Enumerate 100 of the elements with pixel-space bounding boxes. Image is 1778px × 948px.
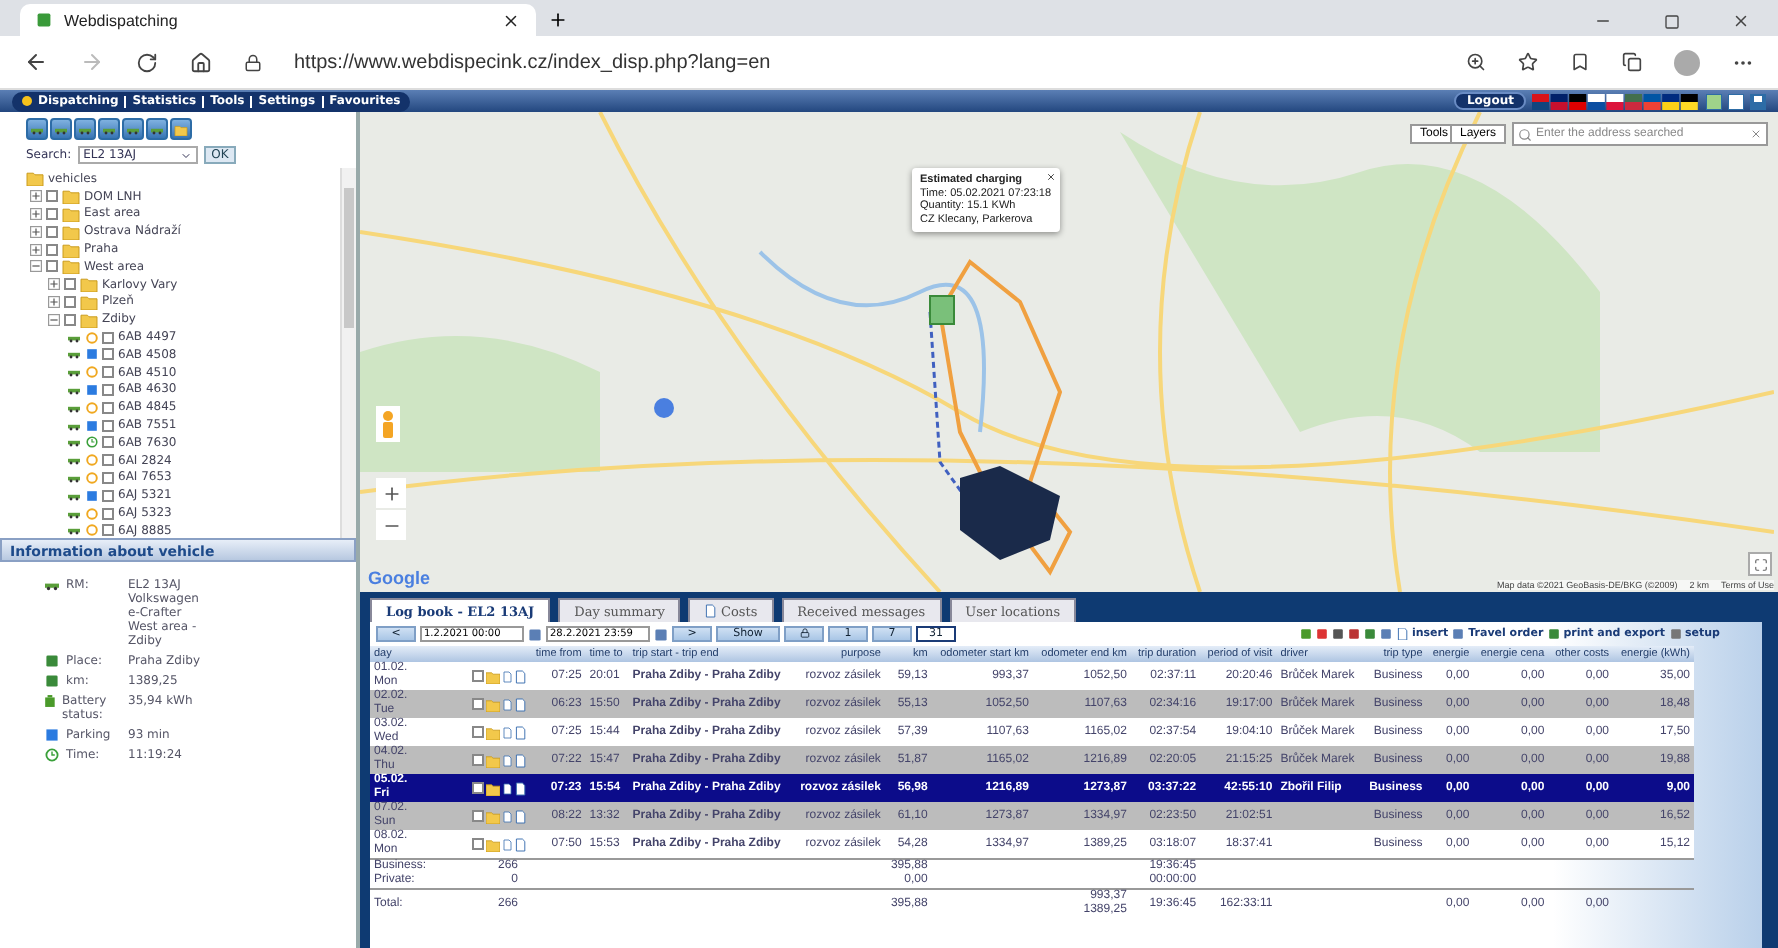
map-logo: Google — [368, 568, 430, 588]
car-icon — [66, 331, 82, 344]
checkbox[interactable] — [471, 726, 484, 738]
reload-icon[interactable] — [136, 51, 158, 73]
expand-icon[interactable] — [30, 243, 42, 256]
language-flags-drawing[interactable] — [1532, 93, 1700, 109]
checkbox[interactable] — [102, 348, 114, 361]
collapse-icon[interactable] — [48, 313, 60, 326]
checkbox[interactable] — [471, 670, 484, 682]
car-icon — [54, 123, 68, 135]
expand-icon[interactable] — [48, 295, 60, 308]
back-icon[interactable] — [24, 50, 48, 74]
checkbox[interactable] — [46, 207, 58, 220]
open-folder-icon[interactable] — [26, 170, 44, 187]
clear-icon[interactable] — [1750, 128, 1762, 140]
checkbox[interactable] — [471, 838, 484, 850]
car-icon — [102, 123, 116, 135]
expand-icon[interactable] — [30, 207, 42, 220]
collections-icon[interactable] — [1622, 52, 1642, 72]
car-icon — [66, 366, 82, 379]
checkbox[interactable] — [102, 383, 114, 396]
zoom-out-button[interactable] — [376, 510, 406, 540]
checkbox[interactable] — [102, 366, 114, 379]
checkbox[interactable] — [102, 454, 114, 467]
parking-icon — [44, 728, 60, 742]
toolbar-button[interactable] — [98, 118, 120, 140]
star-icon[interactable] — [1518, 52, 1538, 72]
toolbar-button[interactable] — [170, 118, 192, 140]
close-icon[interactable] — [1732, 12, 1750, 30]
checkbox[interactable] — [46, 243, 58, 256]
browser-tab[interactable]: Webdispatching — [20, 4, 536, 36]
zoom-icon[interactable] — [1466, 52, 1486, 72]
checkbox[interactable] — [102, 401, 114, 414]
toolbar-button[interactable] — [26, 118, 48, 140]
maximize-icon[interactable] — [1664, 13, 1680, 29]
car-icon — [66, 401, 82, 414]
checkbox[interactable] — [102, 489, 114, 502]
expand-icon[interactable] — [30, 225, 42, 238]
car-icon — [66, 454, 82, 467]
toolbar-button[interactable] — [50, 118, 72, 140]
document-icon — [704, 604, 717, 618]
time-icon — [44, 748, 60, 762]
car-icon — [66, 383, 82, 396]
parking-icon — [86, 489, 98, 502]
toolbar-button[interactable] — [146, 118, 168, 140]
sun-icon — [86, 331, 98, 344]
car-icon — [66, 471, 82, 484]
car-icon — [66, 507, 82, 520]
search-icon — [1518, 127, 1532, 141]
car-icon — [44, 578, 60, 592]
new-tab-icon[interactable] — [548, 10, 568, 30]
checkbox[interactable] — [471, 698, 484, 710]
car-icon — [30, 123, 44, 135]
sun-icon — [86, 366, 98, 379]
checkbox[interactable] — [102, 524, 114, 537]
expand-icon[interactable] — [30, 190, 42, 203]
parking-icon — [86, 348, 98, 361]
car-icon — [126, 123, 140, 135]
lock-icon — [799, 628, 809, 638]
collapse-icon[interactable] — [30, 260, 42, 273]
close-icon[interactable] — [502, 11, 520, 29]
toolbar-button[interactable] — [74, 118, 96, 140]
parking-icon — [86, 383, 98, 396]
fullscreen-button[interactable] — [1748, 552, 1772, 576]
street-view-icon[interactable] — [376, 406, 400, 442]
checkbox[interactable] — [46, 190, 58, 203]
checkbox[interactable] — [64, 278, 76, 291]
checkbox[interactable] — [471, 782, 484, 794]
clock-icon — [86, 436, 98, 449]
checkbox[interactable] — [102, 471, 114, 484]
parking-icon — [86, 419, 98, 432]
tab-title: Webdispatching — [64, 11, 178, 29]
home-icon[interactable] — [190, 51, 212, 73]
checkbox[interactable] — [46, 225, 58, 238]
document-icon — [1395, 628, 1408, 640]
status-dot-icon — [22, 96, 32, 106]
toolbar-button[interactable] — [122, 118, 144, 140]
profile-avatar[interactable] — [1674, 49, 1700, 75]
lock-button[interactable] — [784, 626, 824, 642]
forward-icon[interactable] — [80, 50, 104, 74]
checkbox[interactable] — [46, 260, 58, 273]
scrollbar[interactable] — [340, 168, 356, 538]
favorites-icon[interactable] — [1570, 52, 1590, 72]
checkbox[interactable] — [102, 419, 114, 432]
checkbox[interactable] — [64, 313, 76, 326]
save-icon[interactable] — [1750, 93, 1766, 109]
caret-icon — [179, 149, 192, 161]
checkbox[interactable] — [102, 331, 114, 344]
car-icon — [66, 489, 82, 502]
url-field[interactable]: https://www.webdispecink.cz/index_disp.php?lang=en — [294, 51, 1434, 73]
expand-icon[interactable] — [48, 278, 60, 291]
checkbox[interactable] — [102, 436, 114, 449]
checkbox[interactable] — [64, 295, 76, 308]
checkbox[interactable] — [471, 754, 484, 766]
folder-icon — [174, 123, 188, 135]
checkbox[interactable] — [102, 507, 114, 520]
sun-icon — [86, 401, 98, 414]
checkbox[interactable] — [471, 810, 484, 822]
zoom-in-button[interactable] — [376, 478, 406, 508]
car-icon — [66, 419, 82, 432]
